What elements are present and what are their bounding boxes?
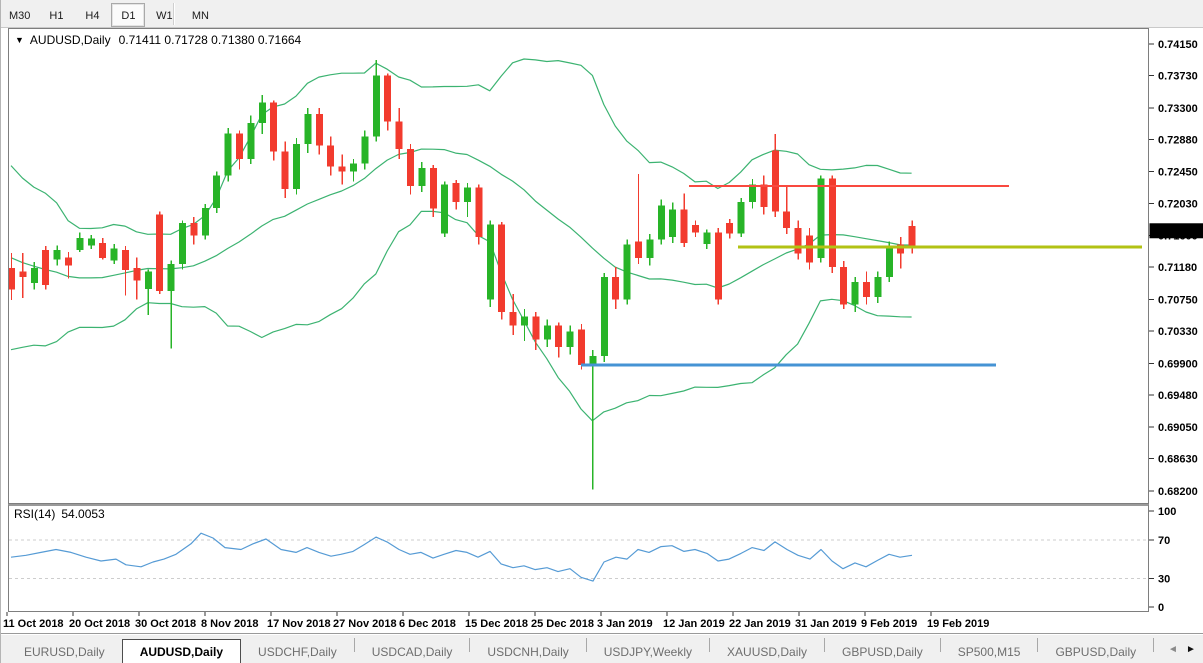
chart-tab-usdcnh-daily[interactable]: USDCNH,Daily	[470, 641, 585, 663]
toolbar-separator	[173, 3, 175, 25]
chart-tab-usdjpy-weekly[interactable]: USDJPY,Weekly	[587, 641, 709, 663]
timeframe-button-d1[interactable]: D1	[111, 3, 145, 27]
svg-text:0.69900: 0.69900	[1158, 358, 1198, 370]
chart-tab-sp500-m15[interactable]: SP500,M15	[941, 641, 1038, 663]
svg-text:0.72450: 0.72450	[1158, 167, 1198, 179]
timeframe-button-w1[interactable]: W1	[147, 4, 181, 24]
timeframe-button-h1[interactable]: H1	[39, 4, 73, 24]
svg-text:0.73730: 0.73730	[1158, 71, 1198, 83]
chart-ohlc-values: 0.71411 0.71728 0.71380 0.71664	[119, 33, 302, 47]
svg-text:0.68200: 0.68200	[1158, 486, 1198, 498]
tab-strip: EURUSD,DailyAUDUSD,DailyUSDCHF,DailyUSDC…	[7, 638, 1203, 663]
svg-text:0.70750: 0.70750	[1158, 294, 1198, 306]
main-chart-pane[interactable]	[8, 28, 1149, 504]
current-price-badge: 0.71664	[1154, 226, 1195, 238]
chart-tab-gbpusd-daily[interactable]: GBPUSD,Daily	[1038, 641, 1153, 663]
chart-tab-usdchf-daily[interactable]: USDCHF,Daily	[241, 641, 354, 663]
svg-text:0.69050: 0.69050	[1158, 422, 1198, 434]
svg-text:0.73300: 0.73300	[1158, 103, 1198, 115]
timeframe-button-mn[interactable]: MN	[183, 4, 217, 24]
trading-platform-window: M30H1H4D1W1MN ▼ AUDUSD,Daily 0.71411 0.717…	[0, 0, 1203, 663]
chart-dropdown-icon[interactable]: ▼	[15, 35, 24, 45]
svg-text:100: 100	[1158, 506, 1176, 518]
svg-text:0.68630: 0.68630	[1158, 454, 1198, 466]
chart-tab-eurusd-daily[interactable]: EURUSD,Daily	[7, 641, 122, 663]
svg-text:0.70330: 0.70330	[1158, 326, 1198, 338]
rsi-value: 54.0053	[61, 507, 104, 521]
timeframe-button-m30[interactable]: M30	[2, 4, 37, 24]
chart-tab-gbpusd-daily[interactable]: GBPUSD,Daily	[825, 641, 940, 663]
svg-text:0.71600: 0.71600	[1158, 231, 1198, 243]
tab-scroll-left-icon[interactable]: ◄	[1164, 641, 1182, 659]
chart-symbol-label: AUDUSD,Daily	[30, 33, 111, 47]
chart-tab-usdcad-daily[interactable]: USDCAD,Daily	[355, 641, 470, 663]
timeframe-button-h4[interactable]: H4	[75, 4, 109, 24]
svg-text:0.71180: 0.71180	[1158, 262, 1197, 274]
svg-text:0.72880: 0.72880	[1158, 134, 1198, 146]
svg-text:0.72030: 0.72030	[1158, 198, 1198, 210]
svg-text:70: 70	[1158, 535, 1170, 547]
chart-tab-audusd-daily[interactable]: AUDUSD,Daily	[122, 639, 241, 663]
rsi-label: RSI(14) 54.0053	[14, 507, 105, 521]
time-axis	[1, 612, 1203, 634]
svg-text:0.69480: 0.69480	[1158, 390, 1198, 402]
chart-tab-xauusd-daily[interactable]: XAUUSD,Daily	[710, 641, 824, 663]
rsi-name: RSI(14)	[14, 507, 55, 521]
rsi-indicator-pane[interactable]	[8, 504, 1149, 612]
svg-text:0.74150: 0.74150	[1158, 39, 1198, 51]
tab-scroll-right-icon[interactable]: ►	[1182, 641, 1200, 659]
chart-title: ▼ AUDUSD,Daily 0.71411 0.71728 0.71380 0.7…	[15, 33, 301, 47]
timeframe-toolbar: M30H1H4D1W1MN	[1, 0, 1203, 28]
chart-tab-bar: EURUSD,DailyAUDUSD,DailyUSDCHF,DailyUSDC…	[1, 634, 1203, 663]
svg-text:30: 30	[1158, 573, 1170, 585]
tab-scroll-arrows: ◄ ►	[1158, 635, 1203, 663]
